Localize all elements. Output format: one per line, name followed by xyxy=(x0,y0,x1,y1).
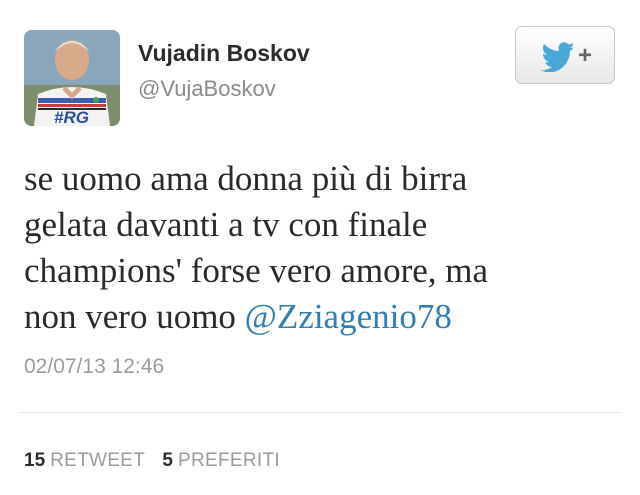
retweets-count: 15 xyxy=(24,450,46,471)
follow-plus: + xyxy=(578,42,592,69)
tweet-line-text: non vero uomo xyxy=(24,297,236,336)
avatar-photo: #RG xyxy=(24,30,120,126)
avatar[interactable]: #RG xyxy=(24,30,120,126)
avatar-badge: #RG xyxy=(54,108,89,126)
follow-button[interactable]: + xyxy=(515,26,615,84)
user-name[interactable]: Vujadin Boskov xyxy=(138,40,310,67)
tweet-timestamp: 02/07/13 12:46 xyxy=(24,355,165,378)
favorites-label: PREFERITI xyxy=(178,450,280,471)
tweet-line: se uomo ama donna più di birra xyxy=(24,159,468,198)
user-handle[interactable]: @VujaBoskov xyxy=(138,76,276,102)
twitter-bird-icon: + xyxy=(540,42,592,72)
tweet-card: #RG Vujadin Boskov @VujaBoskov + se uomo… xyxy=(0,0,640,495)
tweet-stats: 15 RETWEET 5 PREFERITI xyxy=(24,450,292,472)
tweet-line: champions' forse vero amore, ma xyxy=(24,251,489,290)
retweets-label: RETWEET xyxy=(50,450,146,471)
tweet-line: non vero uomo @Zziagenio78 xyxy=(24,294,604,340)
favorites-count: 5 xyxy=(162,450,173,471)
favorites-stat[interactable]: 5 PREFERITI xyxy=(162,450,280,471)
mention-link[interactable]: @Zziagenio78 xyxy=(245,297,452,336)
divider xyxy=(20,412,620,413)
retweets-stat[interactable]: 15 RETWEET xyxy=(24,450,145,471)
tweet-line: gelata davanti a tv con finale xyxy=(24,205,428,244)
tweet-text: se uomo ama donna più di birra gelata da… xyxy=(24,156,604,340)
